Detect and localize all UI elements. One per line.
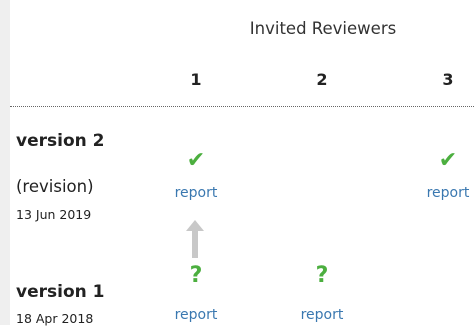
invited-reviewers-heading: Invited Reviewers — [249, 19, 397, 38]
version-1-reviewer-1-report-link[interactable]: report — [166, 307, 226, 323]
version-2-date: 13 Jun 2019 — [16, 207, 92, 222]
version-1-title[interactable]: version 1 — [16, 282, 104, 302]
version-2-reviewer-3-report-link[interactable]: report — [418, 185, 474, 201]
check-icon: ✔ — [186, 148, 206, 173]
check-icon: ✔ — [438, 148, 458, 173]
version-1-reviewer-2-report-link[interactable]: report — [292, 307, 352, 323]
question-icon: ? — [189, 263, 203, 288]
question-icon: ? — [315, 263, 329, 288]
reviewer-column-3: 3 — [442, 70, 454, 89]
version-2-revision-label: (revision) — [16, 177, 94, 196]
version-2-reviewer-1-report-link[interactable]: report — [166, 185, 226, 201]
reviewer-column-2: 2 — [316, 70, 328, 89]
version-2-title[interactable]: version 2 — [16, 131, 104, 151]
header-divider — [10, 106, 474, 107]
arrow-up-icon — [186, 220, 204, 258]
left-sidebar-strip — [0, 0, 10, 325]
version-1-date: 18 Apr 2018 — [16, 311, 94, 326]
reviewer-column-1: 1 — [190, 70, 202, 89]
